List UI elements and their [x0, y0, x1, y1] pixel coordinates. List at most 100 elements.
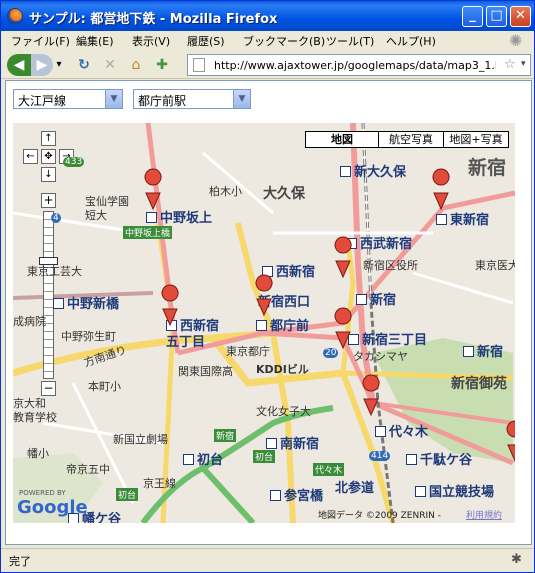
page-content: 大江戸線 ▼ 都庁前駅 ▼ 地図 航空写真 地図+写真 ↑ ← ✥ ↓ + − …: [5, 80, 532, 545]
station-select[interactable]: 都庁前駅 ▼: [133, 89, 251, 109]
pan-up-button[interactable]: ↑: [41, 131, 56, 146]
station-minami-shinjuku[interactable]: 南新宿: [266, 433, 319, 452]
menu-edit[interactable]: 編集(E): [76, 33, 114, 49]
station-higashi-shinjuku[interactable]: 東新宿: [436, 209, 489, 228]
station-seibu-shinjuku[interactable]: 西武新宿: [346, 233, 412, 252]
station-nishi-shinjuku-5[interactable]: 西新宿 五丁目: [166, 319, 219, 351]
home-icon[interactable]: ⌂: [125, 54, 147, 76]
menu-view[interactable]: 表示(V): [132, 33, 170, 49]
menu-tools[interactable]: ツール(T): [326, 33, 374, 49]
map-type-hybrid-button[interactable]: 地図+写真: [443, 131, 509, 148]
station-sangubashi[interactable]: 参宮橋: [270, 485, 323, 504]
map-label-nakano-yayoi: 中野弥生町: [61, 330, 116, 343]
chevron-down-icon[interactable]: ▼: [233, 90, 250, 108]
browser-window: サンプル: 都営地下鉄 - Mozilla Firefox _ □ ✕ ファイル…: [0, 0, 535, 573]
route-414-badge: 414: [369, 451, 391, 461]
menu-file[interactable]: ファイル(F): [11, 33, 70, 49]
bookmark-star-icon[interactable]: ☆: [504, 57, 516, 72]
menu-history[interactable]: 履歴(S): [187, 33, 225, 49]
map-copyright: 地図データ ©2009 ZENRIN -: [318, 511, 441, 521]
reload-icon[interactable]: ↻: [73, 54, 95, 76]
station-shinjuku-nishiguchi[interactable]: 新宿西口: [258, 291, 310, 310]
map-label-hospital: 成病院: [13, 315, 46, 328]
map-type-map-button[interactable]: 地図: [305, 131, 379, 148]
map-label-kanto-kokusai: 関東国際高: [178, 365, 233, 378]
map-label-kddi: KDDIビル: [256, 363, 309, 376]
map-label-okubo: 大久保: [263, 186, 305, 202]
map-label-yoyogi-road: 代々木: [313, 463, 345, 476]
title-bar: サンプル: 都営地下鉄 - Mozilla Firefox _ □ ✕: [1, 1, 534, 31]
navigation-toolbar: ◀ ▶ ▾ ↻ ✕ ⌂ ✚ http://www.ajaxtower.jp/go…: [1, 51, 534, 79]
station-shinjuku-gyoen-mae[interactable]: 新宿: [463, 341, 503, 360]
station-nakano-shinbashi[interactable]: 中野新橋: [53, 293, 119, 312]
map-label-kyoiku: 教育学校: [13, 411, 57, 424]
url-bar[interactable]: http://www.ajaxtower.jp/googlemaps/data/…: [187, 54, 531, 76]
minimize-button[interactable]: _: [462, 6, 483, 27]
station-yoyogi[interactable]: 代々木: [375, 421, 428, 440]
map-label-nakanosakaue-bashi: 中野坂上橋: [123, 226, 173, 239]
menu-help[interactable]: ヘルプ(H): [386, 33, 436, 49]
status-bar: 完了 ✱: [1, 548, 534, 572]
map-label-tokyo-kogei: 東京工芸大: [27, 265, 82, 278]
station-select-value: 都庁前駅: [138, 94, 187, 108]
chevron-down-icon[interactable]: ▼: [105, 90, 122, 108]
back-button[interactable]: ◀: [7, 54, 31, 76]
map-type-satellite-button[interactable]: 航空写真: [378, 131, 444, 148]
stop-icon[interactable]: ✕: [99, 54, 121, 76]
route-20-badge: 20: [323, 348, 339, 358]
pan-down-button[interactable]: ↓: [41, 167, 56, 182]
zoom-in-button[interactable]: +: [41, 193, 56, 208]
station-sendagaya[interactable]: 千駄ケ谷: [406, 449, 472, 468]
map-label-shinjuku-gyoen: 新宿御苑: [451, 376, 507, 392]
map-label-shinjuku-big: 新宿: [468, 157, 507, 179]
close-button[interactable]: ✕: [510, 6, 531, 27]
url-dropdown-icon[interactable]: ▾: [521, 59, 526, 69]
google-map[interactable]: 地図 航空写真 地図+写真 ↑ ← ✥ → ↓ + − 大久保 柏木小 宝仙学園…: [13, 123, 515, 523]
map-label-shinjuku-road: 新宿: [214, 429, 237, 442]
map-label-kashiwagi: 柏木小: [209, 185, 242, 198]
route-433-badge: 433: [63, 157, 85, 167]
map-label-bunka: 文化女子大: [256, 405, 311, 418]
menu-bar: ファイル(F) 編集(E) 表示(V) 履歴(S) ブックマーク(B) ツール(…: [1, 31, 534, 51]
powered-by-label: POWERED BY: [19, 489, 66, 497]
history-dropdown[interactable]: ▾: [54, 54, 64, 76]
terms-of-use-link[interactable]: 利用規約: [466, 508, 502, 521]
line-select-value: 大江戸線: [18, 94, 67, 108]
pan-center-button[interactable]: ✥: [41, 149, 56, 164]
bug-icon: ✱: [511, 552, 522, 567]
page-icon: [193, 58, 205, 72]
map-label-kokuritsu-geki: 新国立劇場: [113, 433, 168, 446]
zoom-out-button[interactable]: −: [41, 381, 56, 396]
station-kokuritsu[interactable]: 国立競技場: [415, 481, 494, 500]
map-label-honcho: 本町小: [88, 380, 121, 393]
forward-button[interactable]: ▶: [31, 54, 53, 76]
route-4-badge: 4: [51, 213, 61, 223]
map-label-teikyo: 帝京五中: [66, 463, 110, 476]
addons-icon[interactable]: ✚: [151, 54, 173, 76]
map-label-shinjuku-ku: 新宿区役所: [363, 259, 418, 272]
menu-bookmarks[interactable]: ブックマーク(B): [243, 33, 325, 49]
station-kitasando[interactable]: 北参道: [335, 477, 374, 496]
station-hatsudai[interactable]: 初台: [183, 449, 223, 468]
station-shinjuku[interactable]: 新宿: [356, 289, 396, 308]
map-label-keio: 京王線: [143, 477, 176, 490]
throbber-icon: ✺: [509, 31, 523, 50]
station-nakano-sakaue[interactable]: 中野坂上: [146, 207, 212, 226]
station-shinjuku-3[interactable]: 新宿三丁目: [348, 329, 427, 348]
status-text: 完了: [9, 555, 31, 568]
map-label-hatagaya-ko: 幡小: [27, 447, 49, 460]
map-label-tokyo-iryo: 東京医大: [475, 259, 515, 272]
maximize-button[interactable]: □: [486, 6, 507, 27]
firefox-icon: [7, 8, 23, 24]
line-select[interactable]: 大江戸線 ▼: [13, 89, 123, 109]
station-tochomae[interactable]: 都庁前: [256, 315, 309, 334]
url-text[interactable]: http://www.ajaxtower.jp/googlemaps/data/…: [214, 59, 496, 72]
map-label-takashimaya: タカシマヤ: [353, 350, 408, 363]
google-logo[interactable]: Google: [17, 497, 88, 518]
map-label-tokyo-tocho: 東京都庁: [226, 345, 270, 358]
map-label-takachiho: 宝仙学園 短大: [85, 195, 129, 222]
window-title: サンプル: 都営地下鉄 - Mozilla Firefox: [29, 12, 278, 27]
station-nishi-shinjuku[interactable]: 西新宿: [262, 261, 315, 280]
station-shin-okubo[interactable]: 新大久保: [340, 161, 406, 180]
pan-left-button[interactable]: ←: [23, 149, 38, 164]
